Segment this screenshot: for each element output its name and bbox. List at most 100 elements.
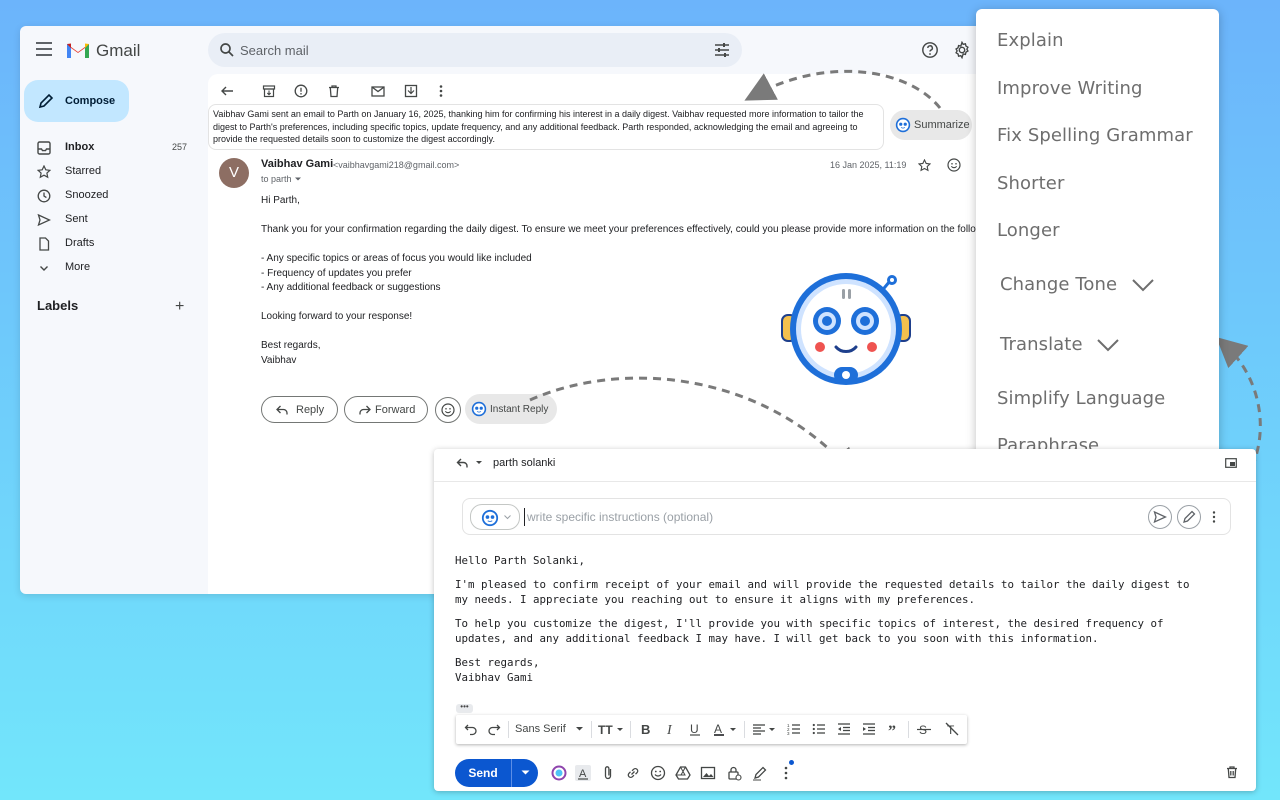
reply-button[interactable]: Reply: [261, 396, 338, 423]
reply-greeting: Hello Parth Solanki,: [455, 554, 586, 567]
text-format-icon[interactable]: A: [575, 765, 591, 781]
menu-item-shorter[interactable]: Shorter: [997, 173, 1064, 194]
pencil-icon: [38, 93, 54, 109]
sidebar-item-inbox[interactable]: Inbox 257: [20, 136, 200, 160]
more-options-icon[interactable]: [778, 765, 794, 781]
sidebar-item-label: Snoozed: [65, 189, 109, 201]
undo-icon[interactable]: [464, 722, 478, 736]
sidebar-item-starred[interactable]: Starred: [20, 160, 200, 184]
chevron-down-icon: [1132, 279, 1154, 292]
sidebar-nav: Inbox 257 Starred Snoozed Sent Drafts Mo…: [20, 136, 200, 280]
instructions-input[interactable]: [524, 508, 1024, 526]
reply-icon: [276, 405, 288, 415]
back-arrow-icon[interactable]: [220, 84, 234, 98]
quote-icon[interactable]: ”: [887, 722, 901, 736]
search-input[interactable]: [240, 39, 680, 61]
emoji-reaction-button[interactable]: [435, 397, 461, 423]
discard-draft-icon[interactable]: [1225, 765, 1239, 779]
report-spam-icon[interactable]: [294, 84, 308, 98]
move-to-icon[interactable]: [404, 84, 418, 98]
emoji-icon: [441, 403, 455, 417]
font-size-icon[interactable]: TT: [598, 722, 624, 736]
recipient-line[interactable]: to parth: [261, 174, 302, 184]
ai-assistant-icon[interactable]: [551, 765, 567, 781]
sidebar-item-label: More: [65, 261, 91, 273]
align-icon[interactable]: [752, 722, 778, 736]
gmail-topbar: Gmail: [20, 26, 1020, 74]
bold-icon[interactable]: B: [639, 722, 653, 736]
search-options-icon[interactable]: [714, 42, 730, 58]
add-label-button[interactable]: +: [175, 298, 184, 316]
drive-icon[interactable]: [675, 765, 691, 781]
instructions-bar: [462, 498, 1231, 535]
summary-box: Vaibhav Gami sent an email to Parth on J…: [208, 104, 884, 150]
more-vert-icon[interactable]: [1212, 510, 1216, 524]
sender-name[interactable]: Vaibhav Gami: [261, 158, 333, 170]
summarize-button[interactable]: Summarize: [890, 110, 972, 140]
text-color-icon[interactable]: A: [713, 722, 739, 736]
instant-reply-label: Instant Reply: [490, 403, 549, 415]
show-trimmed-content-button[interactable]: •••: [456, 703, 473, 713]
chevron-down-icon[interactable]: [294, 176, 302, 182]
signature-pen-icon[interactable]: [752, 765, 768, 781]
reply-type-icon[interactable]: [456, 457, 484, 469]
delete-icon[interactable]: [327, 84, 341, 98]
numbered-list-icon[interactable]: 123: [787, 722, 801, 736]
search-bar[interactable]: [208, 33, 742, 67]
menu-item-improve-writing[interactable]: Improve Writing: [997, 78, 1143, 99]
reply-body[interactable]: Hello Parth Solanki, I'm pleased to conf…: [455, 553, 1205, 694]
link-icon[interactable]: [625, 765, 641, 781]
font-select[interactable]: Sans Serif: [515, 723, 566, 735]
archive-icon[interactable]: [262, 84, 276, 98]
forward-icon: [359, 405, 371, 415]
attach-icon[interactable]: [600, 765, 616, 781]
italic-icon[interactable]: I: [664, 722, 678, 736]
strikethrough-icon[interactable]: S: [917, 722, 931, 736]
confidential-mode-icon[interactable]: [726, 765, 742, 781]
assistant-select[interactable]: [470, 504, 520, 530]
svg-text:U: U: [690, 722, 699, 736]
redo-icon[interactable]: [487, 722, 501, 736]
mark-unread-icon[interactable]: [371, 84, 385, 98]
email-intro: Thank you for your confirmation regardin…: [261, 224, 1000, 235]
robot-icon: [481, 509, 499, 527]
sidebar-item-more[interactable]: More: [20, 256, 200, 280]
settings-gear-icon[interactable]: [953, 41, 971, 59]
search-icon[interactable]: [218, 41, 236, 59]
menu-item-change-tone[interactable]: Change Tone: [1000, 274, 1155, 295]
star-icon[interactable]: [918, 159, 931, 172]
sidebar-item-snoozed[interactable]: Snoozed: [20, 184, 200, 208]
underline-icon[interactable]: U: [688, 722, 702, 736]
avatar[interactable]: V: [219, 158, 249, 188]
indent-less-icon[interactable]: [837, 722, 851, 736]
menu-item-simplify-language[interactable]: Simplify Language: [997, 388, 1165, 409]
emoji-icon[interactable]: [650, 765, 666, 781]
menu-item-translate[interactable]: Translate: [1000, 334, 1120, 355]
forward-button[interactable]: Forward: [344, 396, 428, 423]
menu-item-explain[interactable]: Explain: [997, 30, 1064, 51]
send-instructions-button[interactable]: [1148, 505, 1172, 529]
divider: [508, 721, 509, 738]
menu-item-longer[interactable]: Longer: [997, 220, 1060, 241]
sidebar-item-sent[interactable]: Sent: [20, 208, 200, 232]
sidebar-item-drafts[interactable]: Drafts: [20, 232, 200, 256]
menu-icon[interactable]: [36, 42, 52, 56]
insert-photo-icon[interactable]: [700, 765, 716, 781]
more-vert-icon[interactable]: [434, 84, 448, 98]
send-button[interactable]: Send: [455, 759, 538, 787]
instant-reply-button[interactable]: Instant Reply: [465, 394, 557, 424]
gmail-logo-icon: [67, 43, 89, 58]
edit-button[interactable]: [1177, 505, 1201, 529]
menu-item-fix-spelling-grammar[interactable]: Fix Spelling Grammar: [997, 125, 1193, 146]
help-icon[interactable]: [921, 41, 939, 59]
reply-recipient[interactable]: parth solanki: [493, 457, 555, 469]
emoji-react-icon[interactable]: [947, 158, 961, 172]
bulleted-list-icon[interactable]: [812, 722, 826, 736]
remove-formatting-icon[interactable]: T: [945, 722, 959, 736]
pop-out-icon[interactable]: [1225, 458, 1237, 468]
compose-button[interactable]: Compose: [24, 80, 129, 122]
sidebar-item-label: Inbox: [65, 141, 95, 153]
chevron-down-icon[interactable]: [575, 724, 584, 733]
chevron-down-icon[interactable]: [521, 770, 530, 776]
indent-more-icon[interactable]: [862, 722, 876, 736]
